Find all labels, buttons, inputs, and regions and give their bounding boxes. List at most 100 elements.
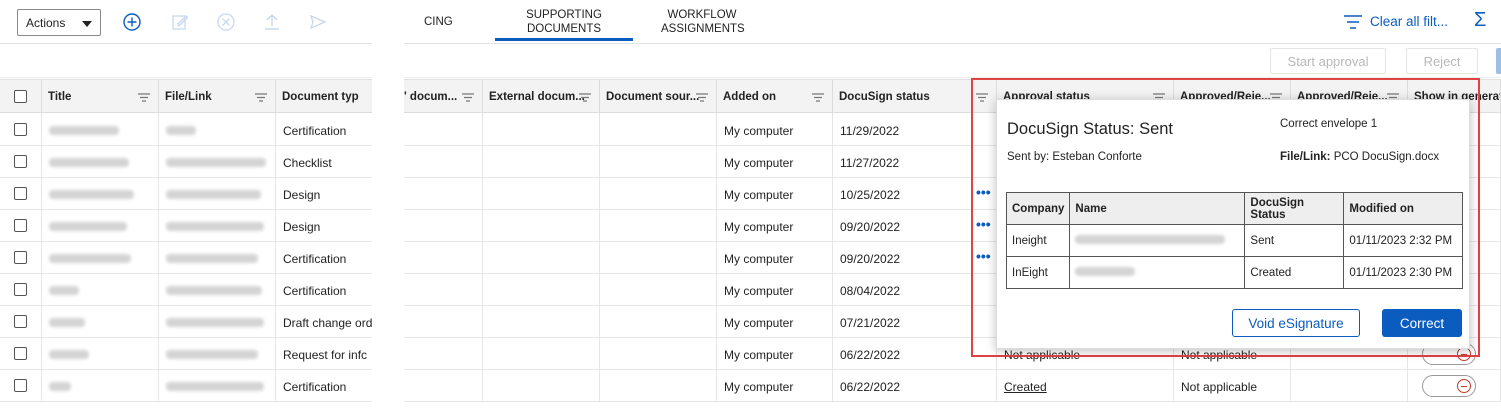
doc-type-cell: Design xyxy=(283,188,321,202)
table-cell xyxy=(600,114,717,146)
th-docusign-status: DocuSign Status xyxy=(1244,192,1345,225)
table-row[interactable]: Certification xyxy=(0,242,372,274)
cancel-circle-icon[interactable] xyxy=(216,12,236,32)
file-cell-redacted[interactable] xyxy=(159,210,276,242)
filter-icon[interactable] xyxy=(462,93,474,102)
upload-icon[interactable] xyxy=(262,12,282,32)
column-header[interactable]: External docum... xyxy=(483,80,600,114)
table-cell xyxy=(404,146,483,178)
filter-icon[interactable] xyxy=(255,93,267,102)
tab-supporting-line1: SUPPORTING xyxy=(526,9,602,21)
column-header-label: ' docum... xyxy=(404,91,458,103)
tab-pricing[interactable]: CING xyxy=(424,15,453,29)
row-select-cell xyxy=(0,306,42,338)
table-cell xyxy=(600,178,717,210)
row-checkbox[interactable] xyxy=(14,219,27,232)
row-select-cell xyxy=(0,338,42,370)
table-row[interactable]: Design xyxy=(0,210,372,242)
title-cell-redacted[interactable] xyxy=(42,210,159,242)
title-cell-redacted[interactable] xyxy=(42,274,159,306)
table-cell xyxy=(600,146,717,178)
doc-type-cell: Draft change ord xyxy=(283,316,372,330)
table-row[interactable]: Draft change ord xyxy=(0,306,372,338)
file-cell-redacted[interactable] xyxy=(159,338,276,370)
row-checkbox[interactable] xyxy=(14,123,27,136)
reject-button[interactable]: Reject xyxy=(1406,48,1478,74)
recipient-name-redacted xyxy=(1069,256,1246,289)
row-select-cell xyxy=(0,274,42,306)
show-in-generated-toggle[interactable] xyxy=(1422,375,1476,397)
clear-all-filters-button[interactable]: Clear all filt... xyxy=(1344,14,1448,29)
row-checkbox[interactable] xyxy=(14,283,27,296)
recipient-company: Ineight xyxy=(1005,224,1071,257)
source-cell: My computer xyxy=(717,114,833,146)
column-header[interactable]: Added on xyxy=(717,80,833,114)
table-cell xyxy=(483,306,600,338)
popup-sent-by: Sent by: Esteban Conforte xyxy=(1007,151,1142,163)
recipient-modified: 01/11/2023 2:30 PM xyxy=(1343,256,1463,289)
void-esignature-button[interactable]: Void eSignature xyxy=(1232,309,1360,337)
col-title[interactable]: Title xyxy=(42,80,159,114)
row-checkbox[interactable] xyxy=(14,251,27,264)
row-checkbox[interactable] xyxy=(14,187,27,200)
tab-supporting-documents[interactable]: SUPPORTING DOCUMENTS xyxy=(495,8,633,41)
table-row[interactable]: My computer 06/22/2022 Created Not applicab… xyxy=(404,370,1501,402)
file-cell-redacted[interactable] xyxy=(159,178,276,210)
filter-icon[interactable] xyxy=(579,93,591,102)
filter-icon[interactable] xyxy=(812,93,824,102)
source-cell: My computer xyxy=(717,146,833,178)
table-row[interactable]: Certification xyxy=(0,370,372,402)
row-checkbox[interactable] xyxy=(14,379,27,392)
table-cell xyxy=(404,274,483,306)
file-cell-redacted[interactable] xyxy=(159,370,276,402)
file-cell-redacted[interactable] xyxy=(159,114,276,146)
col-file-link[interactable]: File/Link xyxy=(159,80,276,114)
actions-dropdown[interactable]: Actions xyxy=(17,9,101,36)
start-approval-button[interactable]: Start approval xyxy=(1270,48,1386,74)
table-row[interactable]: Certification xyxy=(0,274,372,306)
column-header-label: External docum... xyxy=(489,91,585,103)
title-cell-redacted[interactable] xyxy=(42,370,159,402)
recipient-modified: 01/11/2023 2:32 PM xyxy=(1343,224,1463,257)
table-row[interactable]: Certification xyxy=(0,114,372,146)
column-header[interactable]: Document sour... xyxy=(600,80,717,114)
col-document-type[interactable]: Document typ xyxy=(276,80,372,114)
select-all-checkbox[interactable] xyxy=(14,90,27,103)
file-cell-redacted[interactable] xyxy=(159,146,276,178)
table-cell xyxy=(404,370,483,402)
table-cell xyxy=(404,338,483,370)
table-row[interactable]: Request for infc xyxy=(0,338,372,370)
popup-file-value[interactable]: PCO DocuSign.docx xyxy=(1334,151,1439,163)
table-cell xyxy=(404,178,483,210)
add-circle-icon[interactable] xyxy=(122,12,142,32)
title-cell-redacted[interactable] xyxy=(42,242,159,274)
docusign-status-cell[interactable]: Created xyxy=(997,370,1174,402)
filter-icon[interactable] xyxy=(138,93,150,102)
title-cell-redacted[interactable] xyxy=(42,306,159,338)
source-cell: My computer xyxy=(717,178,833,210)
table-row[interactable]: Design xyxy=(0,178,372,210)
row-checkbox[interactable] xyxy=(14,347,27,360)
file-cell-redacted[interactable] xyxy=(159,274,276,306)
row-checkbox[interactable] xyxy=(14,155,27,168)
recipient-name-redacted xyxy=(1069,224,1246,257)
correct-button[interactable]: Correct xyxy=(1382,309,1462,337)
table-cell xyxy=(483,274,600,306)
sigma-icon[interactable]: Σ xyxy=(1474,9,1486,32)
filter-icon[interactable] xyxy=(696,93,708,102)
approval-status-cell: Not applicable xyxy=(1174,370,1291,402)
title-cell-redacted[interactable] xyxy=(42,178,159,210)
title-cell-redacted[interactable] xyxy=(42,114,159,146)
row-checkbox[interactable] xyxy=(14,315,27,328)
edge-button[interactable] xyxy=(1496,48,1501,74)
file-cell-redacted[interactable] xyxy=(159,306,276,338)
table-row[interactable]: Checklist xyxy=(0,146,372,178)
title-cell-redacted[interactable] xyxy=(42,338,159,370)
tab-workflow-assignments[interactable]: WORKFLOW ASSIGNMENTS xyxy=(661,8,745,36)
edit-icon[interactable] xyxy=(170,12,190,32)
file-cell-redacted[interactable] xyxy=(159,242,276,274)
send-icon[interactable] xyxy=(308,12,328,32)
title-cell-redacted[interactable] xyxy=(42,146,159,178)
column-header[interactable]: ' docum... xyxy=(404,80,483,114)
column-header-label: DocuSign status xyxy=(839,91,930,103)
